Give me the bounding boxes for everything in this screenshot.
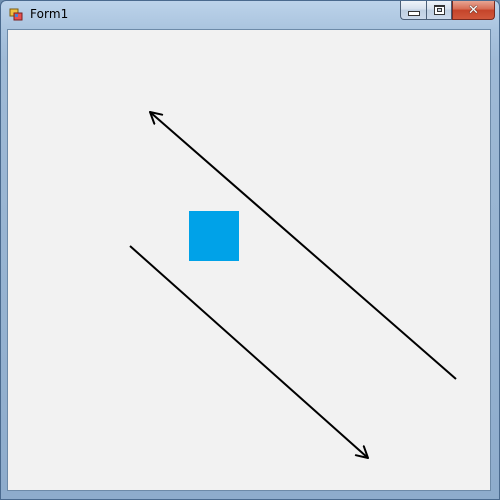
drawing-canvas: [129, 111, 457, 459]
restore-icon: [433, 5, 445, 15]
blue-square[interactable]: [189, 211, 239, 261]
window-title: Form1: [30, 7, 69, 21]
title-bar[interactable]: Form1 ✕: [1, 1, 499, 29]
maximize-button[interactable]: [426, 1, 452, 20]
form1-window: Form1 ✕: [0, 0, 500, 500]
caption-buttons: ✕: [400, 1, 495, 21]
arrow-down-right: [129, 245, 369, 459]
close-button[interactable]: ✕: [452, 1, 495, 20]
minimize-icon: [407, 11, 420, 16]
minimize-button[interactable]: [400, 1, 426, 20]
close-icon: ✕: [468, 2, 479, 18]
form-client-area[interactable]: [7, 29, 491, 491]
app-icon: [9, 8, 23, 21]
